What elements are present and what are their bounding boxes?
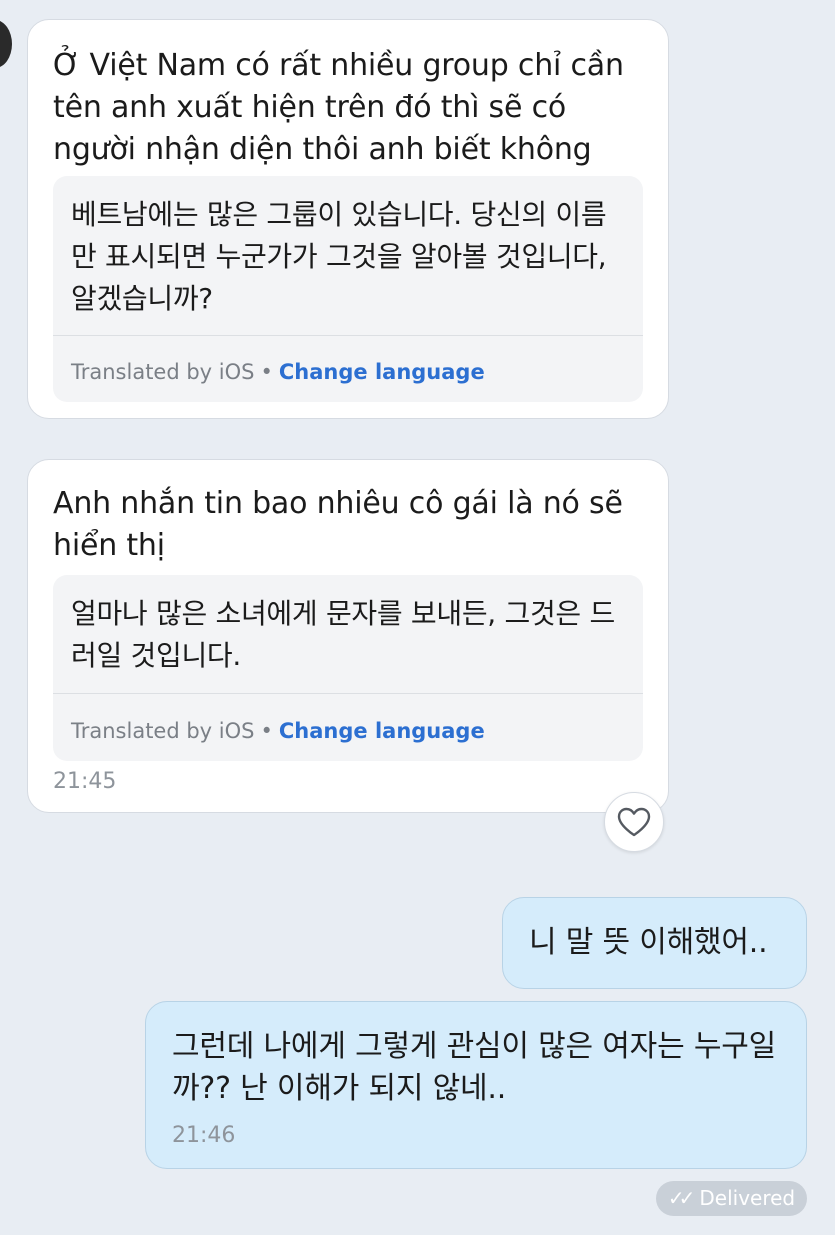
- message-text: Ở Việt Nam có rất nhiều group chỉ cần tê…: [53, 48, 624, 167]
- message-text: 그런데 나에게 그렇게 관심이 많은 여자는 누구일까?? 난 이해가 되지 않…: [172, 1029, 777, 1106]
- contact-avatar[interactable]: [0, 20, 12, 68]
- change-language-link[interactable]: Change language: [279, 360, 485, 384]
- translation-box: 베트남에는 많은 그룹이 있습니다. 당신의 이름만 표시되면 누군가가 그것을…: [53, 176, 643, 402]
- translation-divider: [53, 693, 643, 694]
- delivered-status-badge: ✓✓ Delivered: [656, 1181, 807, 1216]
- translation-divider: [53, 335, 643, 336]
- change-language-link[interactable]: Change language: [279, 719, 485, 743]
- translation-box: 얼마나 많은 소녀에게 문자를 보내든, 그것은 드러일 것입니다. Trans…: [53, 575, 643, 761]
- translated-by-label: Translated by iOS: [71, 719, 255, 743]
- message-text: Anh nhắn tin bao nhiêu cô gái là nó sẽ h…: [53, 486, 623, 563]
- double-check-icon: ✓✓: [667, 1186, 695, 1210]
- separator-dot: •: [260, 360, 273, 384]
- translation-text: 얼마나 많은 소녀에게 문자를 보내든, 그것은 드러일 것입니다.: [71, 597, 615, 672]
- translation-footer: Translated by iOS • Change language: [71, 359, 485, 385]
- translation-footer: Translated by iOS • Change language: [71, 718, 485, 744]
- message-timestamp: 21:46: [172, 1123, 236, 1148]
- separator-dot: •: [260, 719, 273, 743]
- message-timestamp: 21:45: [53, 769, 117, 794]
- delivered-label: Delivered: [699, 1186, 796, 1210]
- incoming-message-bubble[interactable]: Anh nhắn tin bao nhiêu cô gái là nó sẽ h…: [27, 459, 669, 813]
- translation-text: 베트남에는 많은 그룹이 있습니다. 당신의 이름만 표시되면 누군가가 그것을…: [71, 198, 607, 315]
- incoming-message-bubble[interactable]: Ở Việt Nam có rất nhiều group chỉ cần tê…: [27, 19, 669, 419]
- translated-by-label: Translated by iOS: [71, 360, 255, 384]
- outgoing-message-bubble[interactable]: 그런데 나에게 그렇게 관심이 많은 여자는 누구일까?? 난 이해가 되지 않…: [145, 1001, 807, 1169]
- outgoing-message-bubble[interactable]: 니 말 뜻 이해했어..: [502, 897, 807, 989]
- message-text: 니 말 뜻 이해했어..: [529, 925, 768, 960]
- heart-reaction-button[interactable]: [604, 792, 664, 852]
- heart-icon: [617, 807, 651, 837]
